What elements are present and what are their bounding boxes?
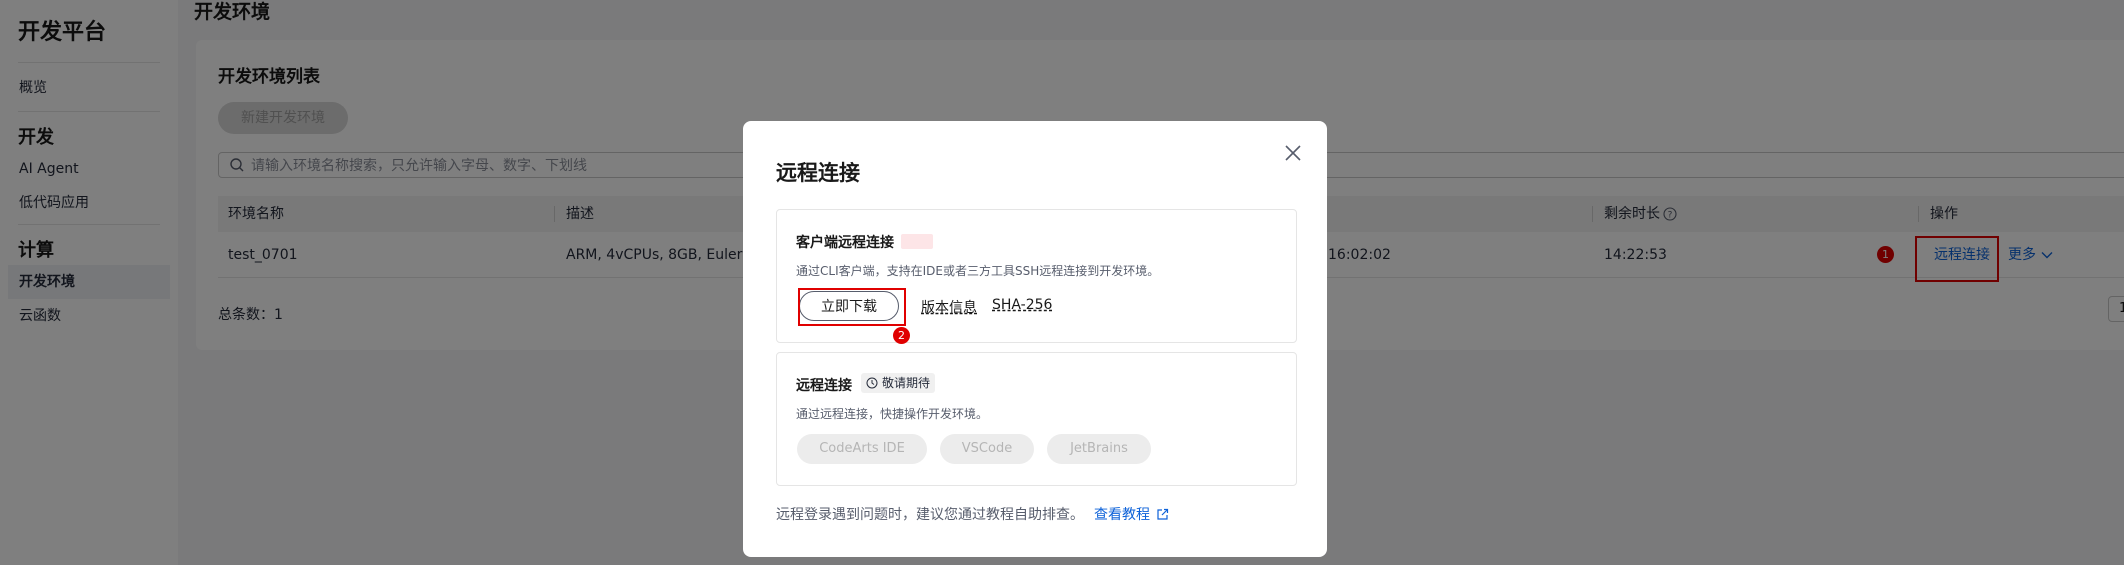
close-icon[interactable]: [1283, 143, 1303, 163]
annotation-badge: 2: [893, 327, 910, 344]
sha256-link[interactable]: SHA-256: [992, 297, 1052, 313]
footer-text: 远程登录遇到问题时，建议您通过教程自助排查。: [776, 507, 1084, 523]
coming-soon-label: 敬请期待: [882, 376, 931, 390]
vscode-button[interactable]: VSCode: [940, 434, 1034, 464]
dialog-title: 远程连接: [776, 161, 860, 185]
clock-icon: [866, 377, 878, 389]
annotation-box: [798, 288, 906, 326]
card-desc: 通过CLI客户端，支持在IDE或者三方工具SSH远程连接到开发环境。: [796, 264, 1160, 278]
external-link-icon[interactable]: [1156, 508, 1169, 521]
card-title: 远程连接: [796, 378, 852, 394]
remote-connect-dialog: 远程连接 客户端远程连接 通过CLI客户端，支持在IDE或者三方工具SSH远程连…: [743, 121, 1327, 557]
coming-soon-tag: 敬请期待: [861, 373, 936, 393]
tutorial-link[interactable]: 查看教程: [1094, 504, 1150, 524]
new-badge: [901, 234, 933, 249]
remote-connect-card: 远程连接 敬请期待 通过远程连接，快捷操作开发环境。 CodeArts IDE …: [776, 352, 1297, 486]
version-info-link[interactable]: 版本信息: [921, 297, 977, 317]
card-title: 客户端远程连接: [796, 235, 894, 251]
codearts-ide-button[interactable]: CodeArts IDE: [797, 434, 927, 464]
card-desc: 通过远程连接，快捷操作开发环境。: [796, 407, 989, 421]
jetbrains-button[interactable]: JetBrains: [1047, 434, 1151, 464]
dialog-footer: 远程登录遇到问题时，建议您通过教程自助排查。 查看教程: [776, 504, 1169, 524]
